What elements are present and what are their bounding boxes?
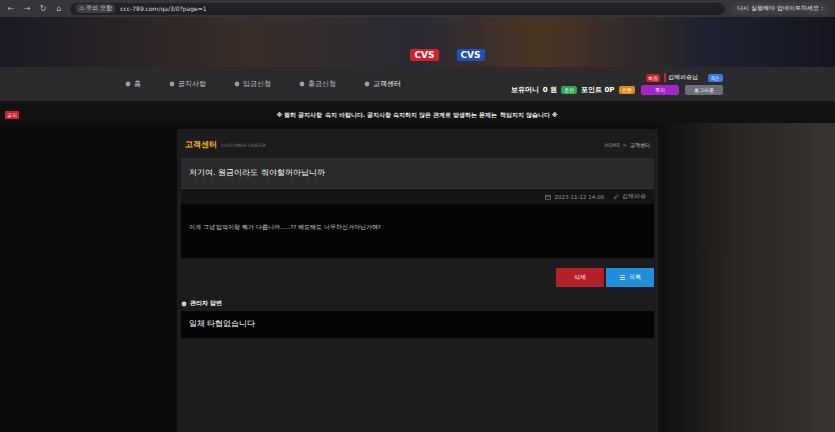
post-meta: 2023-11-12 14:08 김해퍼승 [181,188,654,204]
list-icon: ☰ [619,274,625,282]
calendar-icon [545,194,551,200]
nav-item[interactable]: 공지사항 [169,79,206,89]
logo: CVS [457,49,485,61]
menu-icon [299,81,305,87]
nav-item[interactable]: 입금신청 [234,79,271,89]
section-header: 고객센터 CUSTOMER CENTER HOME>고객센터 [181,135,654,158]
post-author: 김해퍼승 [622,193,646,200]
point-value: 포인트 0P [581,85,614,95]
level-badge: 회원 [646,74,660,82]
menu-icon [364,81,370,87]
menu-icon [169,81,175,87]
menu-icon [234,81,240,87]
nav-bar: 홈 공지사항 입금신청 출금신청 고객센터 회원 김해퍼승님 0건보유머니 0 원 충전 포… [0,67,835,101]
reply-body: 일체 타협없습니다 [181,311,654,338]
browser-nav-button[interactable]: ↻ [38,4,48,13]
action-button[interactable]: ☰목록 [606,268,654,287]
page: ← → ↻ ⌂ ⚠ 주의 요함 ccc-789.com/qa/3/0?page=1 다시 실… [0,0,835,432]
url: ccc-789.com/qa/3/0?page=1 [120,5,206,12]
nav-menu: 홈 공지사항 입금신청 출금신청 고객센터 [113,79,401,89]
notice-bar: 공지※ 필히 공지사항 숙지 바랍니다. 공지사항 숙지하지 않은 관계로 발생… [0,107,835,123]
money-label: 보유머니 [511,85,539,95]
browser-nav-button[interactable]: ← [6,4,16,13]
browser-bar: ← → ↻ ⌂ ⚠ 주의 요함 ccc-789.com/qa/3/0?page=1 다시 실… [0,0,835,17]
section-subtitle: CUSTOMER CENTER [221,143,266,148]
update-button[interactable]: 다시 실행해야 업데이트하세요 : [731,2,829,15]
post-actions: 삭제☰목록 [181,258,654,297]
money-value: 0 원 [543,85,557,95]
notice-text: ※ 필히 공지사항 숙지 바랍니다. 공지사항 숙지하지 않은 관계로 발생하는… [19,111,835,120]
post-date: 2023-11-12 14:08 [554,194,604,200]
section-title: 고객센터 [185,139,217,150]
convert-button[interactable]: 전환 [619,86,635,94]
breadcrumb: HOME>고객센터 [605,142,650,148]
browser-nav-button[interactable]: ⌂ [54,4,64,13]
address-bar[interactable]: ⚠ 주의 요함 ccc-789.com/qa/3/0?page=1 [70,3,725,15]
browser-nav-button[interactable]: → [22,4,32,13]
nav-item[interactable]: 출금신청 [299,79,336,89]
header-banner: CVS CVS [0,17,835,67]
logo[interactable]: CVS [410,49,438,61]
nav-item[interactable]: 홈 [125,79,141,89]
account-button[interactable]: 로그아웃 [685,85,723,95]
speech-bubble-icon [181,301,187,307]
reply-heading: 관리자 답변 [181,297,654,311]
notice-badge: 공지 [5,111,19,119]
charge-button[interactable]: 충전 [561,86,577,94]
menu-icon [125,81,131,87]
pencil-icon [613,194,619,200]
message-count[interactable]: 0건 [708,74,722,82]
nav-item[interactable]: 고객센터 [364,79,401,89]
account-panel: 회원 김해퍼승님 0건보유머니 0 원 충전 포인트 0P 전환 쪽지 로그아웃 [511,73,723,95]
username: 김해퍼승님 [664,73,698,82]
content-area: 고객센터 CUSTOMER CENTER HOME>고객센터저기여. 원금이라도 줘… [0,123,835,432]
post-title: 저기여. 원금이라도 줘야할꺼아닙니까 [181,158,654,188]
account-button[interactable]: 쪽지 [641,85,679,95]
post-body: 이게 그냥 입먹이랑 뭐가 다릅니까......?? 해도해도 너무하신거아닌가… [181,204,654,258]
action-button[interactable]: 삭제 [556,268,604,287]
main-column: 고객센터 CUSTOMER CENTER HOME>고객센터저기여. 원금이라도 줘… [177,129,658,432]
security-warning[interactable]: ⚠ 주의 요함 [76,4,115,13]
